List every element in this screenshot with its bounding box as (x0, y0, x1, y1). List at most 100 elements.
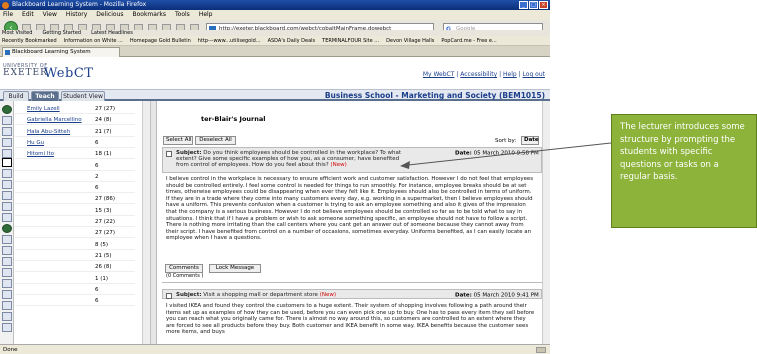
student-row[interactable]: 6 (15, 285, 135, 295)
tool-icon[interactable] (2, 323, 12, 332)
menu-tools[interactable]: Tools (175, 10, 190, 20)
student-list-scrollbar[interactable] (142, 101, 150, 344)
browser-tab[interactable]: Blackboard Learning System (2, 47, 120, 57)
menu-delicious[interactable]: Delicious (96, 10, 123, 20)
tool-icon[interactable] (2, 138, 12, 147)
top-links: My WebCT | Accessibility | Help | Log ou… (422, 71, 545, 78)
student-row[interactable]: 27 (86) (15, 194, 135, 205)
entry-checkbox[interactable] (166, 151, 172, 157)
student-row[interactable]: Hu Gu 6 (15, 138, 135, 148)
accessibility-link[interactable]: Accessibility (460, 71, 497, 78)
tab-build[interactable]: Build (3, 91, 29, 101)
help-link[interactable]: Help (503, 71, 517, 78)
tool-icon[interactable] (2, 169, 12, 178)
student-name-link[interactable]: Hu Gu (27, 138, 44, 148)
tool-icon[interactable] (2, 224, 12, 233)
close-button[interactable]: × (539, 1, 548, 9)
tool-icon[interactable] (2, 213, 12, 222)
bookmark-item[interactable]: TERMINALFOUR Site ... (322, 36, 379, 45)
student-row[interactable]: 21 (5) (15, 251, 135, 261)
entry-count: 6 (95, 298, 99, 305)
entry-checkbox[interactable] (166, 293, 172, 299)
bookmark-item[interactable]: Latest Headlines (91, 30, 133, 36)
student-name-link[interactable]: Hala Abu-Sitteh (27, 127, 70, 137)
entry-body: I visited IKEA and found they control th… (166, 303, 535, 336)
select-all-button[interactable]: Select All (163, 136, 193, 145)
tool-icon[interactable] (2, 312, 12, 321)
entry-count: 6 (95, 139, 99, 146)
bookmark-item[interactable]: Most Visited (2, 30, 32, 36)
bookmark-item[interactable]: Getting Started (42, 30, 81, 36)
menu-bookmarks[interactable]: Bookmarks (133, 10, 167, 20)
student-row[interactable]: 6 (15, 183, 135, 194)
entry-count: 27 (86) (95, 196, 116, 203)
journal-tool-icon[interactable] (2, 158, 12, 167)
student-row[interactable]: 26 (8) (15, 262, 135, 273)
tool-icon[interactable] (2, 149, 12, 158)
student-row[interactable]: 15 (3) (15, 206, 135, 216)
deselect-all-button[interactable]: Deselect All (195, 136, 236, 145)
student-row[interactable]: Hala Abu-Sitteh 21 (7) (15, 127, 135, 137)
student-row[interactable]: 8 (5) (15, 240, 135, 250)
journal-scrollbar[interactable] (542, 101, 550, 344)
bookmark-item[interactable]: Devon Village Halls (386, 36, 434, 45)
tab-teach[interactable]: Teach (31, 91, 59, 101)
tool-icon[interactable] (2, 279, 12, 288)
student-row[interactable]: Hitomi Ito 18 (1) (15, 149, 135, 160)
menu-edit[interactable]: Edit (22, 10, 34, 20)
tool-icon[interactable] (2, 127, 12, 136)
my-webct-link[interactable]: My WebCT (423, 71, 455, 78)
bookmark-item[interactable]: Recently Bookmarked (2, 36, 57, 45)
menu-history[interactable]: History (66, 10, 87, 20)
student-row[interactable]: 1 (1) (15, 274, 135, 284)
comments-button[interactable]: Comments (165, 264, 203, 273)
menu-file[interactable]: File (3, 10, 13, 20)
bookmark-item[interactable]: Information on White ... (64, 36, 123, 45)
bookmark-item[interactable]: http---www...utilisegold... (198, 36, 261, 45)
tool-icon[interactable] (2, 105, 12, 114)
maximize-button[interactable]: □ (529, 1, 538, 9)
student-row[interactable]: 27 (22) (15, 217, 135, 227)
tool-icon[interactable] (2, 116, 12, 125)
bookmark-item[interactable]: PopCard.me - Free e... (441, 36, 496, 45)
tool-icon[interactable] (2, 246, 12, 255)
tool-icon[interactable] (2, 257, 12, 266)
entry-count: 21 (7) (95, 128, 112, 135)
entry-count: 21 (5) (95, 252, 112, 259)
status-bar: Done (0, 344, 550, 354)
student-row[interactable]: 6 (15, 161, 135, 171)
student-name-link[interactable]: Gabriella Marcellino (27, 115, 82, 125)
bookmark-item[interactable]: Homepage Gold Bulletin (130, 36, 191, 45)
entry-divider (162, 282, 542, 283)
entry-count: 6 (95, 185, 99, 192)
subject-text: Visit a shopping mall or department stor… (203, 292, 318, 298)
student-name-link[interactable]: Emily Lazell (27, 104, 60, 114)
tool-icon[interactable] (2, 235, 12, 244)
logout-link[interactable]: Log out (523, 71, 545, 78)
window-titlebar: Blackboard Learning System - Mozilla Fir… (0, 0, 550, 10)
menu-view[interactable]: View (43, 10, 57, 20)
subject-text: Do you think employees should be control… (176, 150, 402, 168)
student-row[interactable]: Emily Lazell 27 (27) (15, 104, 135, 114)
firefox-icon (2, 2, 9, 9)
tool-icon[interactable] (2, 290, 12, 299)
lock-message-button[interactable]: Lock Message (209, 264, 261, 273)
tab-student-view[interactable]: Student View (61, 91, 105, 101)
tool-icon[interactable] (2, 301, 12, 310)
journal-panel: ter-Blair's Journal Select All Deselect … (157, 101, 550, 344)
student-name-link[interactable]: Hitomi Ito (27, 149, 54, 159)
tool-icon[interactable] (2, 202, 12, 211)
entry-count: 27 (27) (95, 230, 116, 237)
journal-title: ter-Blair's Journal (201, 115, 266, 123)
student-row[interactable]: Gabriella Marcellino 24 (8) (15, 115, 135, 126)
tool-icon-rail (0, 101, 14, 344)
tool-icon[interactable] (2, 180, 12, 189)
tool-icon[interactable] (2, 191, 12, 200)
minimize-button[interactable]: _ (519, 1, 528, 9)
student-row[interactable]: 6 (15, 296, 135, 307)
student-row[interactable]: 2 (15, 172, 135, 182)
student-row[interactable]: 27 (27) (15, 228, 135, 239)
bookmark-item[interactable]: ASDA's Daily Deals (268, 36, 316, 45)
tool-icon[interactable] (2, 268, 12, 277)
menu-help[interactable]: Help (199, 10, 213, 20)
